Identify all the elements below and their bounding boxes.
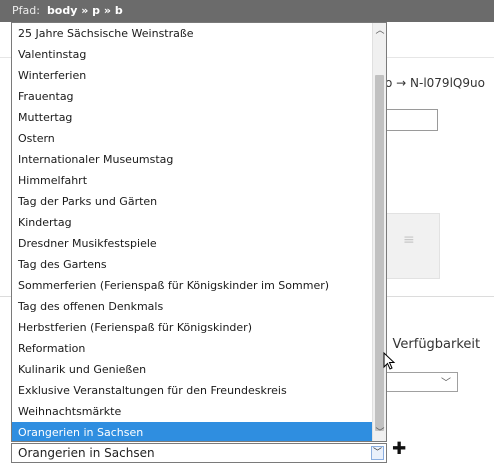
scrollbar-thumb[interactable] xyxy=(375,75,384,431)
chevron-up-icon[interactable]: ︿ xyxy=(373,23,386,39)
dropdown-option[interactable]: Valentinstag xyxy=(12,44,373,65)
event-select-value: Orangerien in Sachsen xyxy=(18,446,155,460)
menu-lines-icon: ≡ xyxy=(403,232,415,248)
slug-text: o → N-l079lQ9uo xyxy=(385,76,485,90)
event-select[interactable]: Orangerien in Sachsen ﹀ xyxy=(11,443,387,463)
dropdown-option[interactable]: Herbstferien (Ferienspaß für Königskinde… xyxy=(12,317,373,338)
plus-icon[interactable]: ✚ xyxy=(392,439,406,459)
chevron-down-icon[interactable]: ﹀ xyxy=(371,446,384,460)
dropdown-option[interactable]: Himmelfahrt xyxy=(12,170,373,191)
dropdown-option[interactable]: Muttertag xyxy=(12,107,373,128)
image-placeholder[interactable]: ≡ xyxy=(380,213,440,279)
dropdown-option[interactable]: Kulinarik und Genießen xyxy=(12,359,373,380)
event-dropdown-list[interactable]: 25 Jahre Sächsische Weinstraße Valentinst… xyxy=(11,22,387,442)
background-input[interactable] xyxy=(380,109,438,131)
chevron-down-icon: ﹀ xyxy=(441,378,451,389)
dropdown-option[interactable]: 25 Jahre Sächsische Weinstraße xyxy=(12,23,373,44)
dropdown-option[interactable]: Reformation xyxy=(12,338,373,359)
dropdown-option[interactable]: Tag der Parks und Gärten xyxy=(12,191,373,212)
dropdown-option[interactable]: Orangerien in Sachsen xyxy=(12,422,373,441)
dropdown-option[interactable]: Tag des offenen Denkmals xyxy=(12,296,373,317)
dropdown-option[interactable]: Tag des Gartens xyxy=(12,254,373,275)
path-label: Pfad: xyxy=(12,4,40,17)
dropdown-option[interactable]: Exklusive Veranstaltungen für den Freund… xyxy=(12,380,373,401)
mouse-cursor-icon xyxy=(383,352,396,370)
availability-label: : Verfügbarkeit xyxy=(384,337,481,352)
dropdown-option[interactable]: Dresdner Musikfestspiele xyxy=(12,233,373,254)
dropdown-option[interactable]: Winterferien xyxy=(12,65,373,86)
availability-select[interactable]: ﹀ xyxy=(380,372,458,392)
dropdown-option[interactable]: Frauentag xyxy=(12,86,373,107)
dropdown-option[interactable]: Sommerferien (Ferienspaß für Königskinde… xyxy=(12,275,373,296)
chevron-down-icon[interactable]: ﹀ xyxy=(373,425,386,441)
dropdown-option[interactable]: Internationaler Museumstag xyxy=(12,149,373,170)
dropdown-option[interactable]: Ostern xyxy=(12,128,373,149)
path-bar: Pfad: body » p » b xyxy=(0,0,494,22)
dropdown-option[interactable]: Weihnachtsmärkte xyxy=(12,401,373,422)
dropdown-option[interactable]: Kindertag xyxy=(12,212,373,233)
dropdown-scrollbar[interactable]: ︿ ﹀ xyxy=(372,23,386,441)
path-value: body » p » b xyxy=(46,4,123,17)
